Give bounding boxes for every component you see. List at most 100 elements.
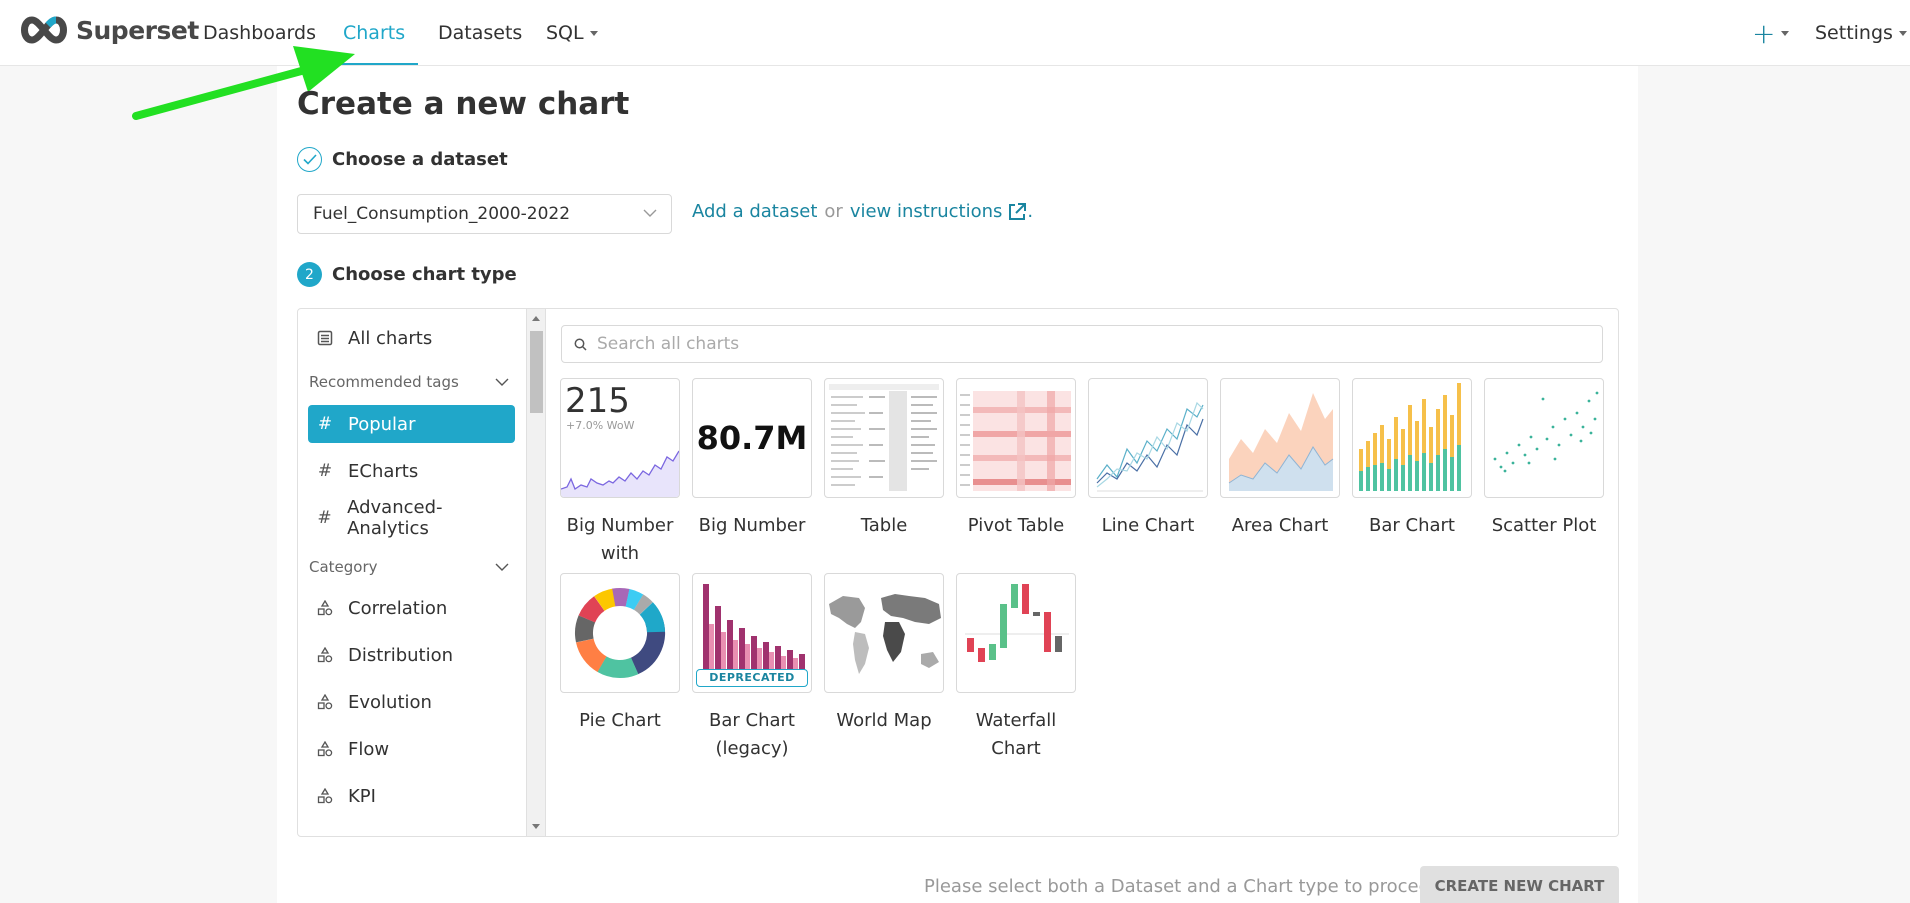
chart-tile-area-chart[interactable]: Area Chart (1220, 378, 1340, 540)
pie-chart-thumbnail (560, 573, 680, 693)
sidebar-item-label: Advanced-Analytics (347, 497, 443, 539)
scatter-plot-preview-icon (1493, 391, 1599, 473)
search-icon (574, 338, 587, 351)
chevron-down-icon (495, 378, 509, 386)
sidebar-item-label: Distribution (348, 644, 454, 666)
bar-chart-legacy-thumbnail: DEPRECATED (692, 573, 812, 693)
chart-tile-line-chart[interactable]: Line Chart (1088, 378, 1208, 540)
plus-icon: + (1752, 16, 1776, 50)
sidebar-item-all-charts[interactable]: All charts (308, 319, 515, 357)
external-link-icon[interactable] (1007, 202, 1027, 222)
chart-tile-big-number-trendline[interactable]: 215 +7.0% WoW Big Number with Trendline (560, 378, 680, 596)
search-input[interactable] (597, 334, 1497, 354)
chart-tile-label: Waterfall Chart (975, 710, 1057, 759)
step-2-label: Choose chart type (332, 264, 517, 285)
sidebar-item-echarts[interactable]: # ECharts (308, 452, 515, 490)
line-chart-thumbnail (1088, 378, 1208, 498)
or-text: or (824, 201, 843, 222)
chart-tile-label: Bar Chart (1369, 515, 1455, 536)
scroll-down-icon[interactable] (532, 824, 540, 829)
pivot-table-thumbnail (956, 378, 1076, 498)
sidebar-item-kpi[interactable]: KPI (308, 777, 515, 815)
nav-sql[interactable]: SQL (546, 0, 598, 66)
hash-icon: # (317, 414, 333, 434)
hash-icon: # (317, 508, 332, 528)
sidebar-item-label: Evolution (348, 691, 432, 713)
page-title: Create a new chart (297, 86, 630, 122)
chart-tile-bar-chart-legacy[interactable]: DEPRECATED Bar Chart (legacy) (692, 573, 812, 763)
scroll-thumb[interactable] (530, 331, 543, 413)
view-instructions-link[interactable]: view instructions (850, 201, 1003, 222)
sidebar-item-label: All charts (348, 327, 433, 349)
bar-chart-thumbnail (1352, 378, 1472, 498)
shapes-icon (316, 600, 334, 616)
chevron-down-icon (643, 209, 657, 217)
caret-down-icon (589, 30, 598, 36)
dataset-select[interactable]: Fuel_Consumption_2000-2022 (297, 194, 672, 234)
table-icon (316, 330, 334, 346)
footer-hint: Please select both a Dataset and a Chart… (924, 876, 1442, 897)
big-number-value: 80.7M (696, 419, 808, 457)
chart-tile-pivot-table[interactable]: Pivot Table (956, 378, 1076, 540)
scroll-up-icon[interactable] (532, 316, 540, 321)
chart-sidebar: All charts Recommended tags # Popular # … (298, 309, 527, 836)
chart-tile-label: Big Number (698, 515, 806, 536)
world-map-preview-icon (829, 594, 941, 674)
big-number-thumbnail: 80.7M (692, 378, 812, 498)
dataset-links: Add a dataset or view instructions . (692, 201, 1033, 222)
scatter-plot-thumbnail (1484, 378, 1604, 498)
sidebar-item-flow[interactable]: Flow (308, 730, 515, 768)
settings-menu[interactable]: Settings (1815, 0, 1907, 66)
sidebar-item-advanced-analytics[interactable]: # Advanced-Analytics (308, 497, 515, 539)
chart-tile-table[interactable]: Table (824, 378, 944, 540)
category-header[interactable]: Category (309, 558, 509, 576)
sidebar-item-distribution[interactable]: Distribution (308, 636, 515, 674)
waterfall-chart-thumbnail (956, 573, 1076, 693)
step-1-label: Choose a dataset (332, 149, 508, 170)
area-chart-thumbnail (1220, 378, 1340, 498)
chart-tile-world-map[interactable]: World Map (824, 573, 944, 735)
sidebar-item-popular[interactable]: # Popular (308, 405, 515, 443)
new-menu[interactable]: + (1752, 0, 1790, 66)
bar-chart-preview-icon (1359, 383, 1461, 491)
sidebar-item-evolution[interactable]: Evolution (308, 683, 515, 721)
dataset-select-value: Fuel_Consumption_2000-2022 (313, 204, 571, 224)
chart-tile-label: Pie Chart (579, 710, 661, 731)
period-text: . (1027, 201, 1034, 222)
chart-tile-label: Pivot Table (967, 515, 1065, 536)
big-number-trendline-thumbnail: 215 +7.0% WoW (560, 378, 680, 498)
create-new-chart-button[interactable]: CREATE NEW CHART (1420, 866, 1619, 903)
big-number-value: 215 (565, 381, 630, 421)
chart-tile-bar-chart[interactable]: Bar Chart (1352, 378, 1472, 540)
chart-tile-pie-chart[interactable]: Pie Chart (560, 573, 680, 735)
chart-type-selector: All charts Recommended tags # Popular # … (297, 308, 1619, 837)
chart-tile-label: Bar Chart (legacy) (709, 710, 795, 759)
sidebar-scrollbar[interactable] (527, 309, 546, 836)
hash-icon: # (317, 461, 333, 481)
chart-tile-scatter-plot[interactable]: Scatter Plot (1484, 378, 1604, 540)
pie-chart-preview-icon (575, 588, 665, 678)
waterfall-chart-preview-icon (965, 584, 1069, 662)
caret-down-icon (1781, 30, 1790, 36)
shapes-icon (316, 741, 334, 757)
chart-tile-label: Scatter Plot (1491, 515, 1597, 536)
pivot-table-preview-icon (960, 391, 1071, 491)
chart-tile-big-number[interactable]: 80.7M Big Number (692, 378, 812, 540)
shapes-icon (316, 647, 334, 663)
chart-tile-label: Line Chart (1101, 515, 1195, 536)
add-dataset-link[interactable]: Add a dataset (692, 201, 817, 222)
sidebar-item-correlation[interactable]: Correlation (308, 589, 515, 627)
chevron-down-icon (495, 563, 509, 571)
nav-datasets[interactable]: Datasets (438, 0, 522, 66)
chart-tile-waterfall-chart[interactable]: Waterfall Chart (956, 573, 1076, 763)
sidebar-item-label: Popular (348, 413, 416, 435)
chart-search[interactable] (561, 325, 1603, 363)
big-number-subtext: +7.0% WoW (566, 419, 635, 432)
area-chart-preview-icon (1228, 393, 1334, 491)
line-chart-preview-icon (1096, 401, 1204, 492)
sidebar-item-label: Correlation (348, 597, 448, 619)
section-label: Category (309, 558, 378, 576)
recommended-tags-header[interactable]: Recommended tags (309, 373, 509, 391)
chart-tile-label: Table (860, 515, 908, 536)
infinity-logo-icon (21, 16, 67, 44)
